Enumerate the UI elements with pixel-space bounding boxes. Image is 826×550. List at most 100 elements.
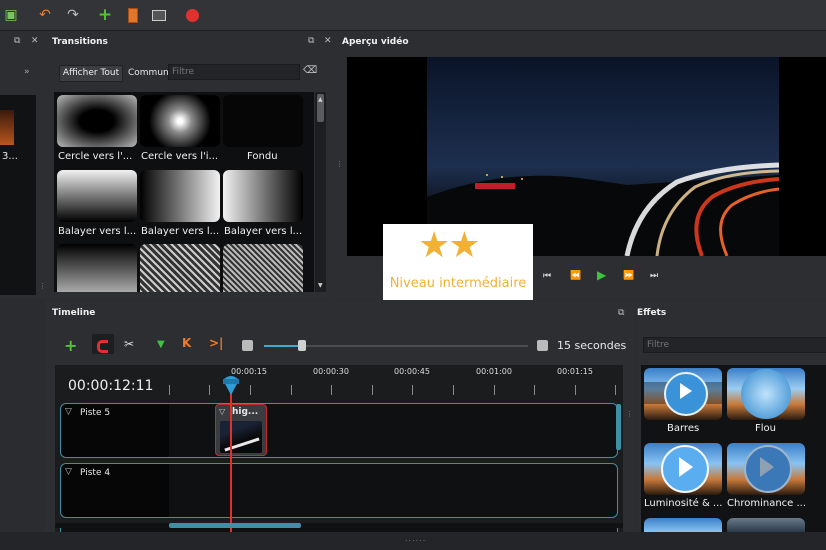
ruler-tick	[169, 385, 170, 395]
clip-thumbnail	[220, 421, 262, 453]
magnet-icon	[97, 340, 108, 353]
ruler-tick	[412, 385, 413, 395]
ruler-tick	[534, 385, 535, 395]
expand-arrows[interactable]: »	[24, 67, 30, 77]
track-collapse-icon[interactable]: ▽	[65, 407, 72, 417]
snap-button[interactable]	[92, 334, 114, 354]
preview-title: Aperçu vidéo	[342, 37, 409, 47]
float-icon[interactable]: ⧉	[14, 36, 20, 46]
next-marker-icon[interactable]: >|	[209, 336, 223, 350]
preview-splitter[interactable]: ⋮	[336, 160, 343, 168]
common-filter-button[interactable]: Commun	[128, 68, 169, 78]
scroll-up-icon[interactable]: ▲	[318, 96, 323, 103]
effect-thumb-chroma[interactable]	[727, 443, 805, 495]
playhead-marker[interactable]	[222, 374, 240, 396]
add-track-button[interactable]: +	[64, 336, 77, 355]
ruler-label: 00:00:30	[313, 367, 349, 376]
ruler-label: 00:01:15	[557, 367, 593, 376]
ruler-tick	[372, 385, 373, 395]
record-icon[interactable]	[183, 6, 201, 24]
transitions-title: Transitions	[52, 37, 108, 47]
ruler-tick	[209, 385, 210, 395]
transition-thumb-7[interactable]	[57, 244, 137, 292]
timeline-h-scrollbar[interactable]	[55, 523, 623, 528]
transition-thumb-6[interactable]	[223, 170, 303, 222]
transitions-float-icon[interactable]: ⧉	[308, 36, 314, 46]
undo-icon[interactable]: ↶	[36, 6, 54, 24]
add-track-icon[interactable]: +	[96, 5, 114, 25]
fast-forward-icon[interactable]: ⏩	[623, 271, 634, 281]
effect-thumb-bars[interactable]	[644, 368, 722, 420]
transition-thumb-3[interactable]	[223, 95, 303, 147]
transitions-filter-input[interactable]	[168, 64, 300, 80]
jump-end-icon[interactable]: ⏭	[650, 271, 658, 281]
fullscreen-icon[interactable]	[150, 6, 168, 24]
timeline-splitter[interactable]: ⋮	[626, 410, 633, 418]
effect-thumb-brightness[interactable]	[644, 443, 722, 495]
razor-icon[interactable]: ✂	[124, 337, 134, 351]
timeline-scrollbar[interactable]	[616, 404, 621, 450]
effect-thumb-partial[interactable]	[644, 518, 722, 532]
effect-thumb-blur[interactable]	[727, 368, 805, 420]
ruler-tick	[575, 385, 576, 395]
transition-label-3: Fondu	[247, 151, 278, 162]
playhead-line	[230, 392, 232, 532]
redo-icon[interactable]: ↷	[64, 6, 82, 24]
file-thumbnail[interactable]	[0, 110, 14, 145]
import-icon[interactable]: ▣	[2, 6, 20, 24]
transition-label-5: Balayer vers l...	[141, 226, 220, 237]
clear-filter-icon[interactable]: ⌫	[303, 65, 317, 79]
transition-label-4: Balayer vers l...	[58, 226, 137, 237]
rewind-icon[interactable]: ⏪	[570, 271, 581, 281]
transitions-scrollbar[interactable]	[315, 92, 326, 292]
track-header	[61, 404, 169, 457]
effects-filter-input[interactable]	[643, 337, 826, 353]
track-piste-4[interactable]: ▽ Piste 4	[60, 463, 618, 518]
ruler-label: 00:01:00	[476, 367, 512, 376]
zoom-in-icon[interactable]	[537, 340, 548, 351]
zoom-out-icon[interactable]	[242, 340, 253, 351]
transition-thumb-1[interactable]	[57, 95, 137, 147]
transition-thumb-8[interactable]	[140, 244, 220, 292]
add-marker-icon[interactable]: ▼	[157, 339, 165, 350]
ruler-tick	[250, 385, 251, 395]
ruler-tick	[453, 385, 454, 395]
profile-icon[interactable]	[124, 6, 142, 24]
transition-label-1: Cercle vers l'...	[58, 151, 133, 162]
effect-label-chroma: Chrominance ...	[727, 498, 807, 509]
file-label: 3...	[2, 151, 18, 162]
jump-start-icon[interactable]: ⏮	[543, 271, 551, 281]
stars-icon: ★★	[418, 225, 481, 266]
transition-thumb-5[interactable]	[140, 170, 220, 222]
zoom-duration-label: 15 secondes	[557, 339, 627, 352]
ruler-tick	[615, 385, 616, 395]
splitter-handle[interactable]: ⋮	[39, 282, 46, 290]
close-icon[interactable]: ✕	[31, 36, 39, 46]
previous-marker-icon[interactable]: K	[182, 336, 191, 350]
ruler-label: 00:00:45	[394, 367, 430, 376]
effect-thumb-partial[interactable]	[727, 518, 805, 532]
effects-title: Effets	[637, 308, 667, 318]
effect-label-blur: Flou	[755, 423, 776, 434]
clip-collapse-icon[interactable]: ▽	[219, 407, 225, 416]
effect-label-bars: Barres	[667, 423, 700, 434]
zoom-slider-fill	[264, 345, 300, 347]
resize-grip-icon[interactable]: ......	[405, 534, 426, 543]
video-clip[interactable]: ▽ hig...	[215, 404, 267, 456]
current-time-display: 00:00:12:11	[68, 378, 154, 394]
zoom-slider-handle[interactable]	[298, 340, 306, 351]
transition-thumb-4[interactable]	[57, 170, 137, 222]
ruler-tick	[494, 385, 495, 395]
show-all-button[interactable]: Afficher Tout	[59, 65, 123, 82]
transition-thumb-2[interactable]	[140, 95, 220, 147]
level-text: Niveau intermédiaire	[389, 276, 527, 291]
timeline-float-icon[interactable]: ⧉	[618, 308, 624, 318]
transition-thumb-9[interactable]	[223, 244, 303, 292]
track-name: Piste 5	[80, 408, 111, 418]
scroll-down-icon[interactable]: ▼	[318, 282, 323, 289]
track-collapse-icon[interactable]: ▽	[65, 467, 72, 477]
transitions-close-icon[interactable]: ✕	[324, 36, 332, 46]
level-badge: ★★ Niveau intermédiaire	[383, 224, 533, 304]
play-icon[interactable]: ▶	[597, 268, 606, 282]
track-piste-5[interactable]: ▽ Piste 5	[60, 403, 618, 458]
